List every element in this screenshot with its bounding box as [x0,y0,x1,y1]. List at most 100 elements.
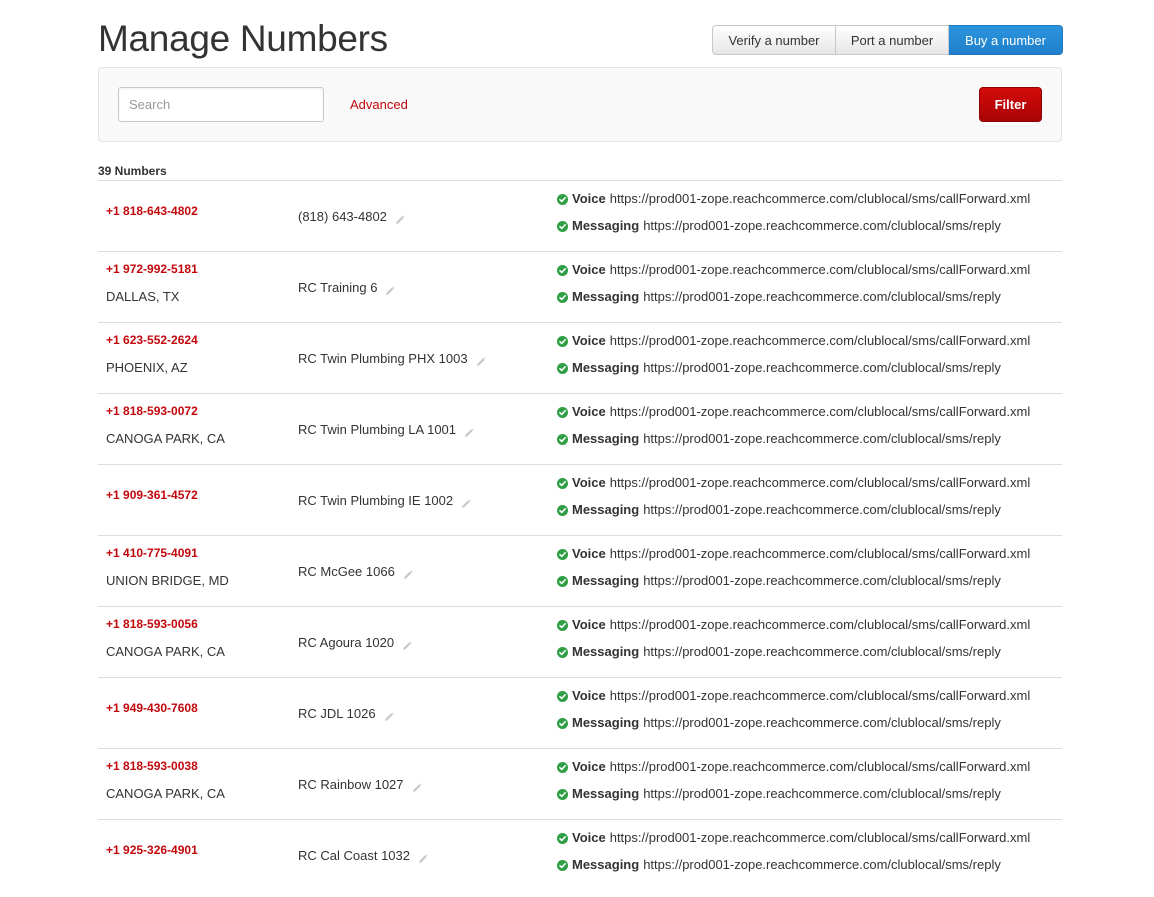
search-input[interactable] [118,87,324,122]
filter-panel: Advanced Filter [98,67,1062,142]
edit-pencil-icon[interactable] [385,284,396,295]
advanced-filter-link[interactable]: Advanced [350,97,408,112]
check-circle-icon [557,788,568,800]
messaging-label: Messaging [572,360,640,375]
messaging-label: Messaging [572,857,640,872]
number-location: CANOGA PARK, CA [106,786,225,801]
edit-pencil-icon[interactable] [476,355,486,366]
check-circle-icon [557,406,568,418]
voice-url: https://prod001-zope.reachcommerce.com/c… [609,191,1031,206]
number-row: +1 949-430-7608 RC JDL 1026 Voice https://p… [98,677,1062,748]
check-circle-icon [557,619,568,631]
voice-config: Voice https://prod001-zope.reachcommerce.… [557,475,1030,490]
friendly-name-text: RC Twin Plumbing IE 1002 [298,493,454,508]
friendly-name: RC Training 6 [298,280,396,295]
check-circle-icon [557,433,568,445]
messaging-url: https://prod001-zope.reachcommerce.com/c… [643,360,1001,375]
phone-number-link[interactable]: +1 410-775-4091 [106,546,198,560]
edit-pencil-icon[interactable] [418,852,428,863]
check-circle-icon [557,646,568,658]
voice-url: https://prod001-zope.reachcommerce.com/c… [609,475,1031,490]
edit-pencil-icon[interactable] [412,781,422,792]
check-circle-icon [557,362,568,374]
verify-number-button[interactable]: Verify a number [712,25,836,55]
messaging-label: Messaging [572,644,640,659]
buy-number-button[interactable]: Buy a number [949,25,1063,55]
check-circle-icon [557,717,568,729]
friendly-name: RC Cal Coast 1032 [298,848,428,863]
friendly-name: RC Twin Plumbing IE 1002 [298,493,471,508]
number-location: CANOGA PARK, CA [106,644,225,659]
friendly-name: RC JDL 1026 [298,706,394,721]
messaging-url: https://prod001-zope.reachcommerce.com/c… [643,431,1001,446]
voice-url: https://prod001-zope.reachcommerce.com/c… [609,333,1031,348]
number-row: +1 972-992-5181 DALLAS, TX RC Training 6 Vo… [98,251,1062,322]
edit-pencil-icon[interactable] [384,710,394,721]
messaging-url: https://prod001-zope.reachcommerce.com/c… [643,786,1001,801]
phone-number-link[interactable]: +1 818-643-4802 [106,204,198,218]
messaging-config: Messaging https://prod001-zope.reachcomme… [557,218,1001,233]
phone-number-link[interactable]: +1 909-361-4572 [106,488,198,502]
voice-config: Voice https://prod001-zope.reachcommerce.… [557,688,1030,703]
phone-number-link[interactable]: +1 818-593-0038 [106,759,198,773]
friendly-name-text: RC Twin Plumbing LA 1001 [298,422,457,437]
check-circle-icon [557,193,568,205]
number-row: +1 818-593-0072 CANOGA PARK, CA RC Twin Pl… [98,393,1062,464]
friendly-name-text: RC Training 6 [298,280,378,295]
messaging-label: Messaging [572,573,640,588]
voice-config: Voice https://prod001-zope.reachcommerce.… [557,546,1030,561]
number-row: +1 410-775-4091 UNION BRIDGE, MD RC McGee … [98,535,1062,606]
voice-label: Voice [572,759,606,774]
phone-number-link[interactable]: +1 925-326-4901 [106,843,198,857]
voice-config: Voice https://prod001-zope.reachcommerce.… [557,262,1030,277]
messaging-label: Messaging [572,289,640,304]
messaging-url: https://prod001-zope.reachcommerce.com/c… [643,218,1001,233]
friendly-name-text: RC McGee 1066 [298,564,395,579]
voice-url: https://prod001-zope.reachcommerce.com/c… [609,262,1031,277]
phone-number-link[interactable]: +1 623-552-2624 [106,333,198,347]
messaging-label: Messaging [572,431,640,446]
friendly-name: RC McGee 1066 [298,564,413,579]
voice-config: Voice https://prod001-zope.reachcommerce.… [557,617,1030,632]
messaging-label: Messaging [572,502,640,517]
check-circle-icon [557,859,568,871]
messaging-url: https://prod001-zope.reachcommerce.com/c… [643,502,1001,517]
edit-pencil-icon[interactable] [402,639,412,650]
check-circle-icon [557,575,568,587]
number-row: +1 818-593-0038 CANOGA PARK, CA RC Rainbow… [98,748,1062,819]
phone-number-link[interactable]: +1 818-593-0072 [106,404,198,418]
voice-url: https://prod001-zope.reachcommerce.com/c… [609,617,1031,632]
friendly-name-text: RC Twin Plumbing PHX 1003 [298,351,468,366]
port-number-button[interactable]: Port a number [836,25,949,55]
number-location: PHOENIX, AZ [106,360,188,375]
phone-number-link[interactable]: +1 818-593-0056 [106,617,198,631]
voice-label: Voice [572,404,606,419]
edit-pencil-icon[interactable] [464,426,474,437]
edit-pencil-icon[interactable] [395,213,405,224]
edit-pencil-icon[interactable] [403,568,413,579]
voice-label: Voice [572,475,606,490]
messaging-config: Messaging https://prod001-zope.reachcomme… [557,289,1001,304]
messaging-label: Messaging [572,786,640,801]
edit-pencil-icon[interactable] [461,497,471,508]
friendly-name: (818) 643-4802 [298,209,405,224]
filter-button[interactable]: Filter [979,87,1042,122]
messaging-url: https://prod001-zope.reachcommerce.com/c… [643,289,1001,304]
voice-label: Voice [572,830,606,845]
messaging-url: https://prod001-zope.reachcommerce.com/c… [643,715,1001,730]
messaging-config: Messaging https://prod001-zope.reachcomme… [557,786,1001,801]
phone-number-link[interactable]: +1 949-430-7608 [106,701,198,715]
messaging-config: Messaging https://prod001-zope.reachcomme… [557,644,1001,659]
check-circle-icon [557,477,568,489]
messaging-url: https://prod001-zope.reachcommerce.com/c… [643,644,1001,659]
check-circle-icon [557,220,568,232]
friendly-name-text: RC JDL 1026 [298,706,376,721]
voice-config: Voice https://prod001-zope.reachcommerce.… [557,759,1030,774]
voice-label: Voice [572,191,606,206]
messaging-label: Messaging [572,218,640,233]
number-actions: Verify a number Port a number Buy a numb… [712,25,1063,55]
check-circle-icon [557,335,568,347]
voice-url: https://prod001-zope.reachcommerce.com/c… [609,688,1031,703]
voice-label: Voice [572,262,606,277]
phone-number-link[interactable]: +1 972-992-5181 [106,262,198,276]
